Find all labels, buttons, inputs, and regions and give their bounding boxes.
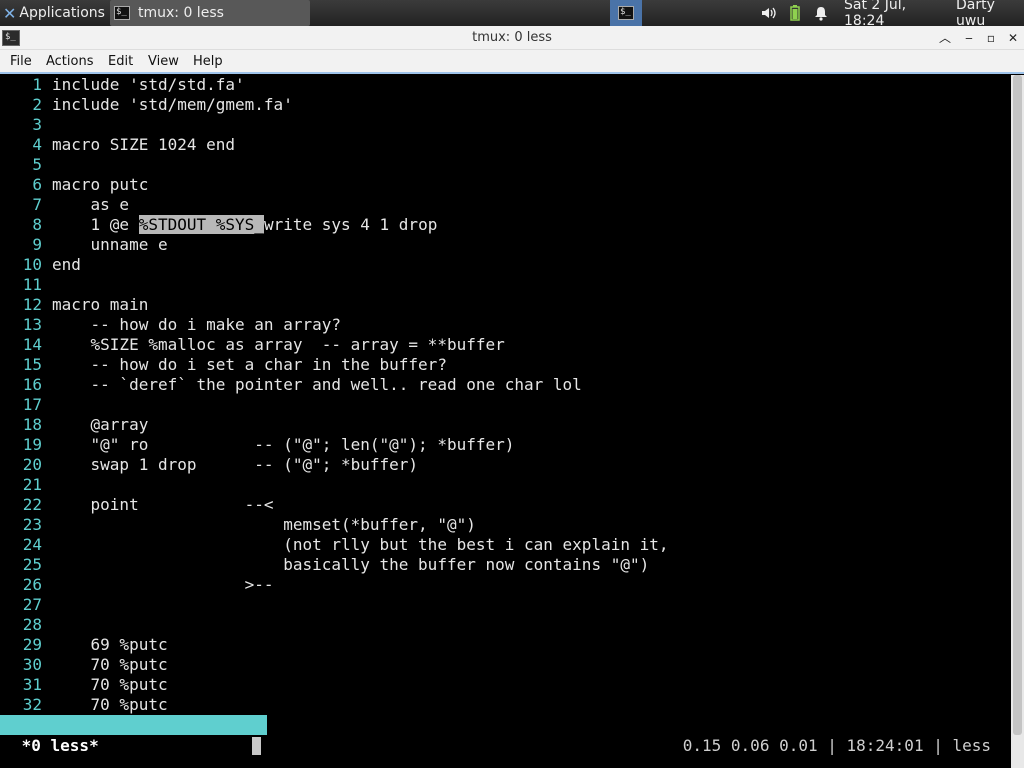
line-number: 14 <box>22 335 42 354</box>
line-text: -- how do i make an array? <box>52 315 341 334</box>
line-number: 2 <box>32 95 42 114</box>
terminal-view[interactable]: 1 include 'std/std.fa' 2 include 'std/mem/g… <box>0 75 1011 768</box>
line-number: 8 <box>32 215 42 234</box>
line-text: memset(*buffer, "@") <box>52 515 476 534</box>
line-text: "@" ro -- ("@"; len("@"); *buffer) <box>52 435 515 454</box>
tmux-status-bar: *0 less* 0.15 0.06 0.01 | 18:24:01 | les… <box>0 735 1011 757</box>
volume-icon[interactable] <box>760 0 778 26</box>
line-text: 1 @e %STDOUT %SYS_write sys 4 1 drop <box>52 215 438 234</box>
menu-view[interactable]: View <box>148 54 179 69</box>
line-text: 70 %putc <box>52 695 168 714</box>
tmux-right-status: 0.15 0.06 0.01 | 18:24:01 | less <box>682 736 991 755</box>
line-text: %SIZE %malloc as array -- array = **buff… <box>52 335 505 354</box>
line-number: 10 <box>22 255 42 274</box>
line-text: 70 %putc <box>52 655 168 674</box>
line-text: >-- <box>52 575 274 594</box>
line-number: 17 <box>22 395 42 414</box>
line-text: include 'std/std.fa' <box>52 75 245 94</box>
line-number: 27 <box>22 595 42 614</box>
shade-button[interactable]: ︿ <box>936 29 954 47</box>
clock[interactable]: Sat 2 Jul, 18:24 <box>844 0 950 29</box>
line-number: 29 <box>22 635 42 654</box>
taskbar-window-label: tmux: 0 less <box>138 5 224 21</box>
line-text: macro main <box>52 295 149 314</box>
applications-menu-button[interactable]: ✕ Applications <box>0 0 108 26</box>
line-text: point --< <box>52 495 274 514</box>
line-text: end <box>52 255 81 274</box>
line-text: -- `deref` the pointer and well.. read o… <box>52 375 582 394</box>
minimize-button[interactable]: ‒ <box>960 29 978 47</box>
line-text: 69 %putc <box>52 635 168 654</box>
menu-actions[interactable]: Actions <box>46 54 94 69</box>
window-title: tmux: 0 less <box>472 30 552 45</box>
applications-label: Applications <box>19 5 105 21</box>
user-menu[interactable]: Darty uwu <box>956 0 1024 29</box>
scrollbar[interactable] <box>1011 75 1024 768</box>
line-number: 11 <box>22 275 42 294</box>
window-titlebar[interactable]: $_ tmux: 0 less ︿ ‒ ▫ ✕ <box>0 26 1024 50</box>
tmux-window-label[interactable]: *0 less* <box>12 735 99 757</box>
line-number: 24 <box>22 535 42 554</box>
menubar: File Actions Edit View Help <box>0 50 1024 74</box>
line-number: 21 <box>22 475 42 494</box>
xfce-mouse-icon: ✕ <box>3 3 17 23</box>
line-number: 4 <box>32 135 42 154</box>
line-number: 22 <box>22 495 42 514</box>
line-text: as e <box>52 195 130 214</box>
line-number: 15 <box>22 355 42 374</box>
line-text: @array <box>52 415 149 434</box>
line-text: -- how do i set a char in the buffer? <box>52 355 447 374</box>
line-number: 6 <box>32 175 42 194</box>
line-text: swap 1 drop -- ("@"; *buffer) <box>52 455 419 474</box>
line-number: 32 <box>22 695 42 714</box>
line-text: basically the buffer now contains "@") <box>52 555 650 574</box>
line-number: 12 <box>22 295 42 314</box>
top-panel: ✕ Applications $_ tmux: 0 less $_ Sat 2 … <box>0 0 1024 29</box>
menu-edit[interactable]: Edit <box>108 54 133 69</box>
line-text: 70 %putc <box>52 675 168 694</box>
line-number: 3 <box>32 115 42 134</box>
menu-file[interactable]: File <box>10 54 32 69</box>
line-number: 19 <box>22 435 42 454</box>
notification-bell-icon[interactable] <box>812 0 830 26</box>
line-text: unname e <box>52 235 168 254</box>
line-number: 23 <box>22 515 42 534</box>
line-number: 1 <box>32 75 42 94</box>
line-text: macro putc <box>52 175 149 194</box>
terminal-icon: $_ <box>618 6 634 20</box>
line-number: 9 <box>32 235 42 254</box>
taskbar-window-button[interactable]: $_ tmux: 0 less <box>110 0 310 26</box>
battery-icon[interactable] <box>788 0 802 26</box>
terminal-launcher-button[interactable]: $_ <box>610 0 642 26</box>
maximize-button[interactable]: ▫ <box>982 29 1000 47</box>
line-number: 25 <box>22 555 42 574</box>
line-number: 13 <box>22 315 42 334</box>
close-button[interactable]: ✕ <box>1004 29 1022 47</box>
line-number: 20 <box>22 455 42 474</box>
line-number: 16 <box>22 375 42 394</box>
line-number: 7 <box>32 195 42 214</box>
line-number: 26 <box>22 575 42 594</box>
line-number: 18 <box>22 415 42 434</box>
line-text: include 'std/mem/gmem.fa' <box>52 95 293 114</box>
selected-text: %STDOUT %SYS_ <box>138 215 264 234</box>
line-number: 30 <box>22 655 42 674</box>
line-number: 31 <box>22 675 42 694</box>
line-text: (not rlly but the best i can explain it, <box>52 535 669 554</box>
line-number: 5 <box>32 155 42 174</box>
scrollbar-thumb[interactable] <box>1013 75 1022 735</box>
line-text: macro SIZE 1024 end <box>52 135 236 154</box>
less-status-line: a.fa lines 1-32/43 83% <box>0 715 268 755</box>
terminal-icon: $_ <box>114 6 130 20</box>
menu-help[interactable]: Help <box>193 54 223 69</box>
line-number: 28 <box>22 615 42 634</box>
